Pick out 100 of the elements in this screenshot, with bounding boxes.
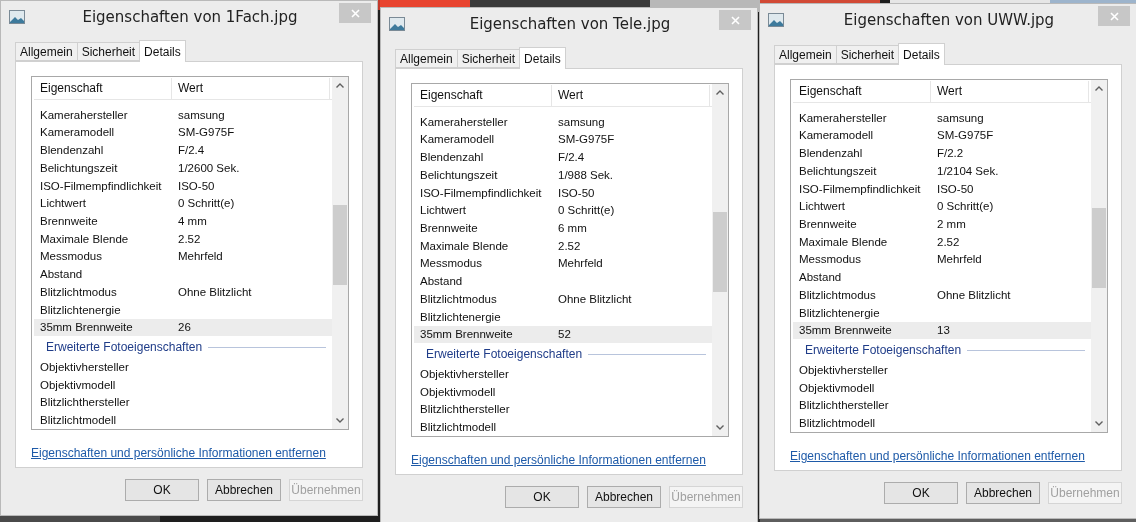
property-row[interactable]: Objektivmodell bbox=[414, 382, 712, 401]
property-row[interactable]: Belichtungszeit 1/988 Sek. bbox=[414, 165, 712, 184]
property-row[interactable]: Blitzlichtmodell bbox=[34, 411, 332, 429]
property-row[interactable]: Blitzlichthersteller bbox=[793, 396, 1091, 415]
remove-properties-link[interactable]: Eigenschaften und persönliche Informationen entfernen bbox=[31, 446, 326, 460]
column-header[interactable]: Eigenschaft bbox=[793, 81, 931, 102]
property-row[interactable]: Objektivhersteller bbox=[34, 357, 332, 376]
property-row[interactable]: Kamerahersteller samsung bbox=[414, 112, 712, 131]
property-row[interactable]: Blitzlichthersteller bbox=[34, 393, 332, 412]
property-row[interactable]: Blendenzahl F/2.4 bbox=[34, 141, 332, 159]
scrollbar[interactable] bbox=[1091, 80, 1107, 432]
tab[interactable]: Sicherheit bbox=[456, 49, 521, 68]
tab[interactable]: Details bbox=[139, 40, 186, 62]
column-header[interactable]: Eigenschaft bbox=[414, 85, 552, 106]
dialog-button[interactable]: Abbrechen bbox=[966, 482, 1040, 504]
property-row[interactable]: Kameramodell SM-G975F bbox=[793, 126, 1091, 145]
close-button[interactable] bbox=[1098, 6, 1130, 26]
scroll-down-icon[interactable] bbox=[716, 425, 724, 430]
property-row[interactable]: Kameramodell SM-G975F bbox=[414, 130, 712, 149]
property-row[interactable]: Lichtwert 0 Schritt(e) bbox=[793, 197, 1091, 216]
property-row[interactable]: Kamerahersteller samsung bbox=[793, 108, 1091, 127]
property-row[interactable]: Brennweite 4 mm bbox=[34, 212, 332, 230]
property-row[interactable]: Belichtungszeit 1/2104 Sek. bbox=[793, 161, 1091, 180]
property-row[interactable]: Blitzlichtenergie bbox=[34, 300, 332, 319]
property-row[interactable]: 35mm Brennweite 52 bbox=[414, 325, 712, 344]
property-row[interactable]: Blendenzahl F/2.2 bbox=[793, 144, 1091, 162]
scroll-thumb[interactable] bbox=[713, 212, 727, 292]
tab[interactable]: Details bbox=[519, 47, 566, 69]
property-row[interactable]: Blitzlichtmodell bbox=[793, 414, 1091, 432]
property-name: Maximale Blende bbox=[798, 235, 889, 248]
column-header[interactable]: Wert bbox=[552, 85, 710, 106]
property-row[interactable]: Blendenzahl F/2.4 bbox=[414, 148, 712, 166]
remove-properties-link[interactable]: Eigenschaften und persönliche Informationen entfernen bbox=[790, 449, 1085, 463]
property-row[interactable]: Blitzlichtenergie bbox=[414, 307, 712, 326]
column-header[interactable]: Wert bbox=[931, 81, 1089, 102]
tab[interactable]: Sicherheit bbox=[835, 45, 900, 64]
remove-properties-link[interactable]: Eigenschaften und persönliche Informationen entfernen bbox=[411, 453, 706, 467]
property-row[interactable]: Blitzlichtmodus Ohne Blitzlicht bbox=[34, 283, 332, 301]
property-row[interactable]: Blitzlichtenergie bbox=[793, 303, 1091, 322]
scroll-thumb[interactable] bbox=[1092, 208, 1106, 288]
property-row[interactable]: Kameramodell SM-G975F bbox=[34, 123, 332, 142]
property-row[interactable]: Maximale Blende 2.52 bbox=[34, 229, 332, 248]
property-row[interactable]: Blitzlichtmodell bbox=[414, 418, 712, 436]
group-heading: Erweiterte Fotoeigenschaften bbox=[426, 347, 583, 362]
property-row[interactable]: Messmodus Mehrfeld bbox=[414, 254, 712, 273]
column-header[interactable]: Wert bbox=[172, 78, 330, 99]
property-row[interactable]: ISO-Filmempfindlichkeit ISO-50 bbox=[793, 179, 1091, 198]
property-row[interactable]: Blitzlichthersteller bbox=[414, 400, 712, 419]
scroll-up-icon[interactable] bbox=[1095, 86, 1103, 91]
scroll-up-icon[interactable] bbox=[336, 83, 344, 88]
property-row[interactable]: 35mm Brennweite 13 bbox=[793, 321, 1091, 340]
tab[interactable]: Details bbox=[898, 43, 945, 65]
property-row[interactable]: Blitzlichtmodus Ohne Blitzlicht bbox=[414, 290, 712, 308]
property-row[interactable]: Blitzlichtmodus Ohne Blitzlicht bbox=[793, 286, 1091, 304]
property-value: 0 Schritt(e) bbox=[936, 200, 994, 213]
property-row[interactable]: Objektivhersteller bbox=[793, 360, 1091, 379]
property-row[interactable]: Kamerahersteller samsung bbox=[34, 105, 332, 124]
close-button[interactable] bbox=[719, 10, 751, 30]
property-row[interactable]: Messmodus Mehrfeld bbox=[793, 250, 1091, 269]
property-value: Mehrfeld bbox=[557, 257, 603, 270]
property-row[interactable]: Lichtwert 0 Schritt(e) bbox=[34, 194, 332, 213]
property-name: Abstand bbox=[419, 275, 464, 288]
property-row[interactable]: ISO-Filmempfindlichkeit ISO-50 bbox=[414, 183, 712, 202]
property-row[interactable]: Brennweite 6 mm bbox=[414, 219, 712, 237]
close-button[interactable] bbox=[339, 3, 371, 23]
property-row[interactable]: Abstand bbox=[793, 268, 1091, 287]
group-heading: Erweiterte Fotoeigenschaften bbox=[805, 343, 962, 358]
dialog-button[interactable]: OK bbox=[505, 486, 579, 508]
tab[interactable]: Allgemein bbox=[15, 42, 78, 61]
dialog-button[interactable]: Abbrechen bbox=[587, 486, 661, 508]
property-row[interactable]: 35mm Brennweite 26 bbox=[34, 318, 332, 337]
property-row[interactable]: Objektivmodell bbox=[34, 375, 332, 394]
property-row[interactable]: Lichtwert 0 Schritt(e) bbox=[414, 201, 712, 220]
property-row[interactable]: Objektivmodell bbox=[793, 378, 1091, 397]
property-row[interactable]: Maximale Blende 2.52 bbox=[414, 236, 712, 255]
scroll-down-icon[interactable] bbox=[1095, 421, 1103, 426]
property-row[interactable]: Maximale Blende 2.52 bbox=[793, 232, 1091, 251]
tab[interactable]: Allgemein bbox=[395, 49, 458, 68]
dialog-button[interactable]: Abbrechen bbox=[207, 479, 281, 501]
property-value: 0 Schritt(e) bbox=[557, 204, 615, 217]
scroll-up-icon[interactable] bbox=[716, 90, 724, 95]
scrollbar[interactable] bbox=[332, 77, 348, 429]
tab[interactable]: Allgemein bbox=[774, 45, 837, 64]
property-row[interactable]: Brennweite 2 mm bbox=[793, 215, 1091, 233]
property-row[interactable]: Messmodus Mehrfeld bbox=[34, 247, 332, 266]
tab[interactable]: Sicherheit bbox=[76, 42, 141, 61]
scroll-thumb[interactable] bbox=[333, 205, 347, 285]
property-row[interactable]: Abstand bbox=[414, 272, 712, 291]
scrollbar[interactable] bbox=[712, 84, 728, 436]
property-row[interactable]: Belichtungszeit 1/2600 Sek. bbox=[34, 158, 332, 177]
property-value: 26 bbox=[177, 321, 191, 334]
column-header[interactable]: Eigenschaft bbox=[34, 78, 172, 99]
property-row[interactable]: ISO-Filmempfindlichkeit ISO-50 bbox=[34, 176, 332, 195]
scroll-down-icon[interactable] bbox=[336, 418, 344, 423]
dialog-button[interactable]: OK bbox=[884, 482, 958, 504]
property-row[interactable]: Objektivhersteller bbox=[414, 364, 712, 383]
dialog-button[interactable]: OK bbox=[125, 479, 199, 501]
property-row[interactable]: Abstand bbox=[34, 265, 332, 284]
property-value: 1/2600 Sek. bbox=[177, 161, 240, 174]
property-name: Messmodus bbox=[419, 257, 483, 270]
